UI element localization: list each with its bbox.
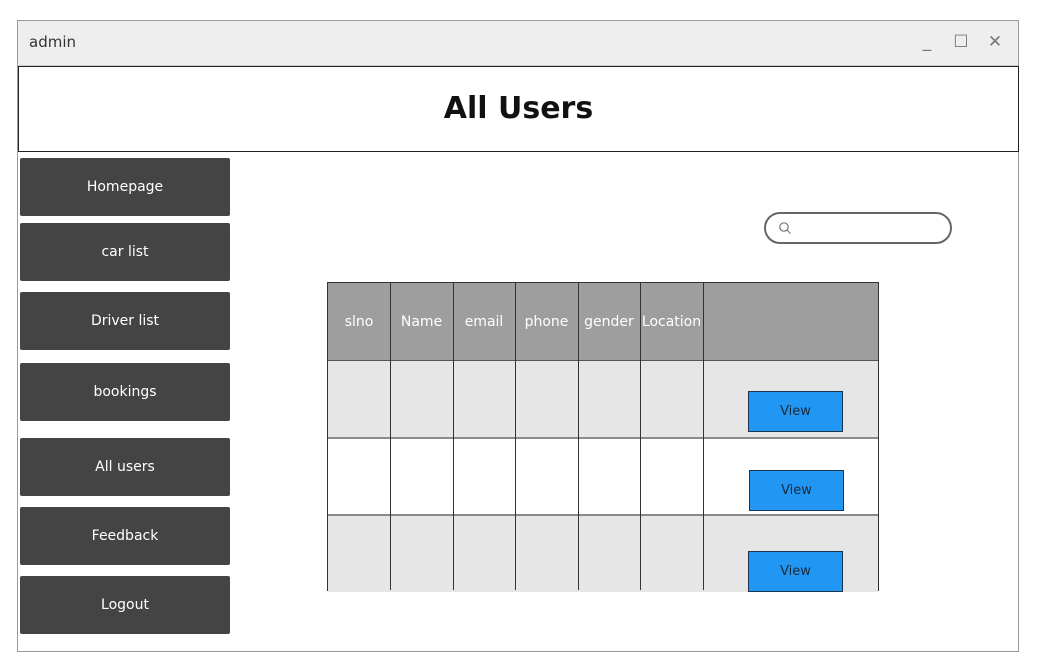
column-header-email: email (464, 313, 504, 330)
view-button[interactable]: View (748, 391, 843, 432)
close-button[interactable]: ✕ (982, 29, 1008, 55)
view-button[interactable]: View (748, 551, 843, 592)
minimize-button[interactable]: _ (914, 29, 940, 55)
nav-car-list-button[interactable]: car list (20, 223, 230, 281)
maximize-button[interactable]: ☐ (948, 29, 974, 55)
nav-driver-list-button[interactable]: Driver list (20, 292, 230, 350)
title-bar: admin _ ☐ ✕ (18, 21, 1018, 66)
search-box[interactable] (764, 212, 952, 244)
column-header-actions (703, 283, 878, 360)
window-title: admin (29, 33, 76, 51)
search-icon (779, 222, 791, 234)
page-header: All Users (18, 66, 1019, 152)
users-table: slno Name email phone gender Location Vi… (327, 282, 879, 592)
nav-feedback-button[interactable]: Feedback (20, 507, 230, 565)
column-header-slno: slno (344, 313, 374, 330)
column-header-name: Name (400, 313, 443, 330)
search-input[interactable] (798, 218, 942, 240)
app-window: admin _ ☐ ✕ All Users Homepage car list … (17, 20, 1019, 652)
nav-bookings-button[interactable]: bookings (20, 363, 230, 421)
column-header-location: Location (641, 313, 702, 330)
nav-logout-button[interactable]: Logout (20, 576, 230, 634)
view-button[interactable]: View (749, 470, 844, 511)
page-title: All Users (443, 91, 594, 126)
nav-all-users-button[interactable]: All users (20, 438, 230, 496)
nav-homepage-button[interactable]: Homepage (20, 158, 230, 216)
column-header-phone: phone (524, 313, 569, 330)
column-header-gender: gender (584, 313, 634, 330)
